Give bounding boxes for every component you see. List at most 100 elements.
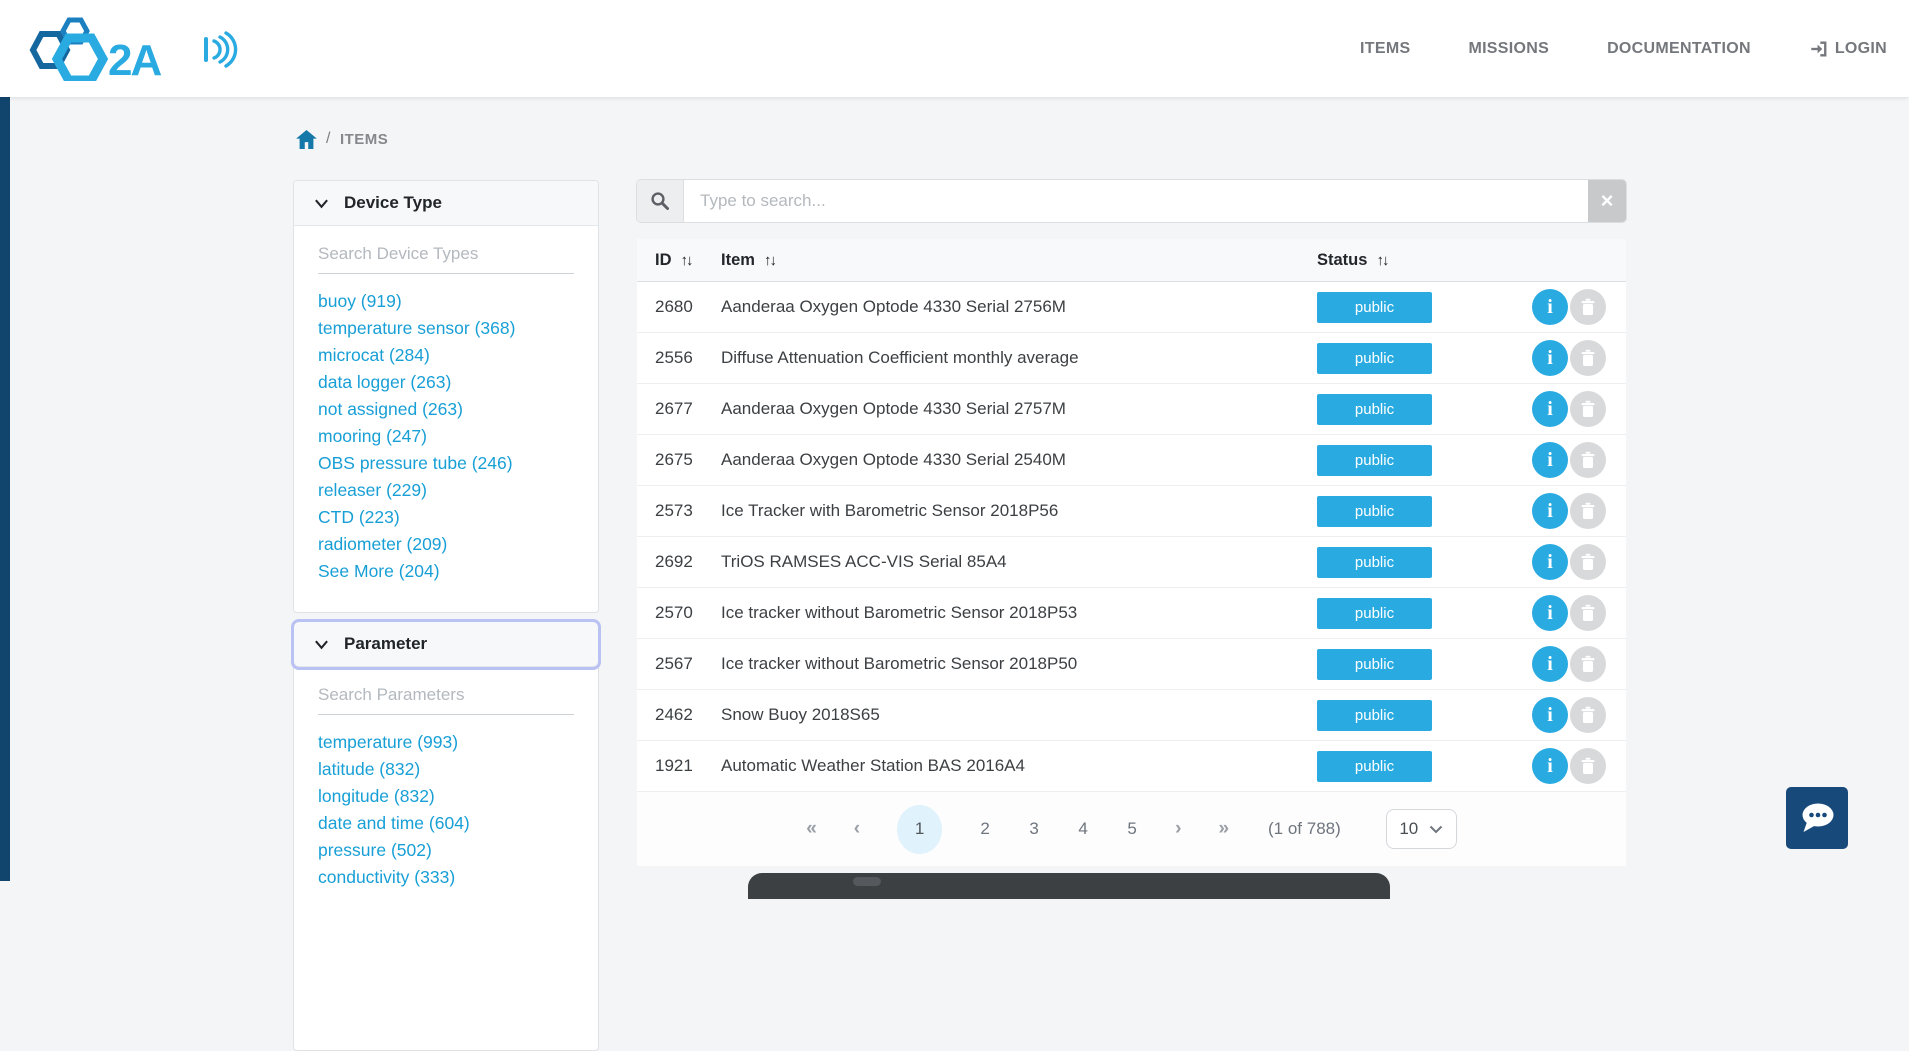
delete-button[interactable] — [1570, 697, 1606, 733]
last-page-button[interactable]: » — [1218, 818, 1229, 840]
nav-missions[interactable]: MISSIONS — [1468, 40, 1549, 58]
logo[interactable]: 2A — [28, 17, 246, 81]
parameter-panel-header[interactable]: Parameter — [294, 622, 598, 667]
sort-icon[interactable]: ↑↓ — [1376, 252, 1389, 269]
filter-option[interactable]: radiometer (209) — [318, 531, 574, 558]
page-button-3[interactable]: 3 — [1028, 819, 1040, 839]
row-id: 1921 — [655, 756, 693, 775]
parameter-search-input[interactable] — [318, 683, 574, 715]
trash-icon — [1581, 655, 1595, 672]
page-button-5[interactable]: 5 — [1126, 819, 1138, 839]
nav-items[interactable]: ITEMS — [1360, 40, 1410, 58]
login-icon — [1811, 41, 1827, 56]
filter-option[interactable]: longitude (832) — [318, 783, 574, 810]
row-actions: i — [1532, 646, 1626, 682]
column-header-id: ID ↑↓ — [637, 251, 721, 270]
device-type-see-more-link[interactable]: See More (204) — [318, 561, 440, 581]
filter-option[interactable]: mooring (247) — [318, 423, 574, 450]
table-row: 2692 TriOS RAMSES ACC-VIS Serial 85A4 pu… — [637, 537, 1626, 588]
nav-documentation[interactable]: DOCUMENTATION — [1607, 40, 1751, 58]
delete-button[interactable] — [1570, 748, 1606, 784]
table-row: 2570 Ice tracker without Barometric Sens… — [637, 588, 1626, 639]
row-id: 2677 — [655, 399, 693, 418]
prev-page-button[interactable]: ‹ — [854, 818, 860, 840]
info-button[interactable]: i — [1532, 748, 1568, 784]
items-search-bar: × — [637, 180, 1626, 222]
row-actions: i — [1532, 595, 1626, 631]
filter-option[interactable]: microcat (284) — [318, 342, 574, 369]
chevron-down-icon — [315, 199, 328, 208]
row-id: 2573 — [655, 501, 693, 520]
clear-search-button[interactable]: × — [1588, 180, 1626, 222]
info-icon: i — [1547, 754, 1553, 777]
info-button[interactable]: i — [1532, 289, 1568, 325]
delete-button[interactable] — [1570, 544, 1606, 580]
row-actions: i — [1532, 340, 1626, 376]
chat-bubble-icon — [1802, 803, 1834, 832]
page-size-value: 10 — [1399, 819, 1419, 838]
next-page-button[interactable]: › — [1175, 818, 1181, 840]
info-button[interactable]: i — [1532, 340, 1568, 376]
breadcrumb: / ITEMS — [296, 125, 388, 153]
row-actions: i — [1532, 748, 1626, 784]
info-button[interactable]: i — [1532, 646, 1568, 682]
info-button[interactable]: i — [1532, 391, 1568, 427]
delete-button[interactable] — [1570, 595, 1606, 631]
delete-button[interactable] — [1570, 442, 1606, 478]
filter-option[interactable]: latitude (832) — [318, 756, 574, 783]
trash-icon — [1581, 451, 1595, 468]
filter-option[interactable]: OBS pressure tube (246) — [318, 450, 574, 477]
first-page-button[interactable]: « — [806, 818, 817, 840]
info-button[interactable]: i — [1532, 442, 1568, 478]
row-id: 2462 — [655, 705, 693, 724]
chat-button[interactable] — [1786, 787, 1848, 849]
page-button-1[interactable]: 1 — [897, 804, 943, 854]
filter-option[interactable]: data logger (263) — [318, 369, 574, 396]
row-id: 2556 — [655, 348, 693, 367]
items-table: ID ↑↓ Item ↑↓ Status ↑↓ 2680 Aanderaa Oxyge… — [637, 239, 1626, 866]
page-summary: (1 of 788) — [1268, 819, 1341, 838]
page-button-2[interactable]: 2 — [979, 819, 991, 839]
row-item: Ice tracker without Barometric Sensor 20… — [721, 654, 1078, 673]
column-header-status: Status ↑↓ — [1317, 251, 1626, 270]
sort-icon[interactable]: ↑↓ — [764, 252, 777, 269]
delete-button[interactable] — [1570, 289, 1606, 325]
filter-option[interactable]: releaser (229) — [318, 477, 574, 504]
home-icon[interactable] — [296, 129, 317, 149]
filter-option[interactable]: temperature sensor (368) — [318, 315, 574, 342]
info-icon: i — [1547, 397, 1553, 420]
delete-button[interactable] — [1570, 493, 1606, 529]
info-icon: i — [1547, 448, 1553, 471]
row-actions: i — [1532, 289, 1626, 325]
table-row: 2677 Aanderaa Oxygen Optode 4330 Serial … — [637, 384, 1626, 435]
status-badge: public — [1317, 699, 1432, 731]
search-input[interactable] — [684, 180, 1588, 222]
filter-option[interactable]: pressure (502) — [318, 837, 574, 864]
delete-button[interactable] — [1570, 646, 1606, 682]
filter-option[interactable]: date and time (604) — [318, 810, 574, 837]
filter-option[interactable]: not assigned (263) — [318, 396, 574, 423]
delete-button[interactable] — [1570, 340, 1606, 376]
page-size-select[interactable]: 10 — [1385, 809, 1457, 849]
status-badge: public — [1317, 750, 1432, 782]
filter-option[interactable]: conductivity (333) — [318, 864, 574, 891]
filter-option[interactable]: buoy (919) — [318, 288, 574, 315]
main-nav: ITEMS MISSIONS DOCUMENTATION LOGIN — [1360, 40, 1887, 58]
sort-icon[interactable]: ↑↓ — [681, 252, 694, 269]
info-button[interactable]: i — [1532, 595, 1568, 631]
device-type-panel: Device Type buoy (919)temperature sensor… — [293, 180, 599, 613]
filter-option[interactable]: temperature (993) — [318, 729, 574, 756]
nav-login[interactable]: LOGIN — [1809, 40, 1887, 58]
row-item: TriOS RAMSES ACC-VIS Serial 85A4 — [721, 552, 1007, 571]
info-button[interactable]: i — [1532, 493, 1568, 529]
filter-option[interactable]: CTD (223) — [318, 504, 574, 531]
row-actions: i — [1532, 697, 1626, 733]
page-button-4[interactable]: 4 — [1077, 819, 1089, 839]
delete-button[interactable] — [1570, 391, 1606, 427]
device-type-search-input[interactable] — [318, 242, 574, 274]
info-icon: i — [1547, 652, 1553, 675]
info-button[interactable]: i — [1532, 544, 1568, 580]
column-status-label: Status — [1317, 250, 1368, 269]
device-type-panel-header[interactable]: Device Type — [294, 181, 598, 226]
info-button[interactable]: i — [1532, 697, 1568, 733]
